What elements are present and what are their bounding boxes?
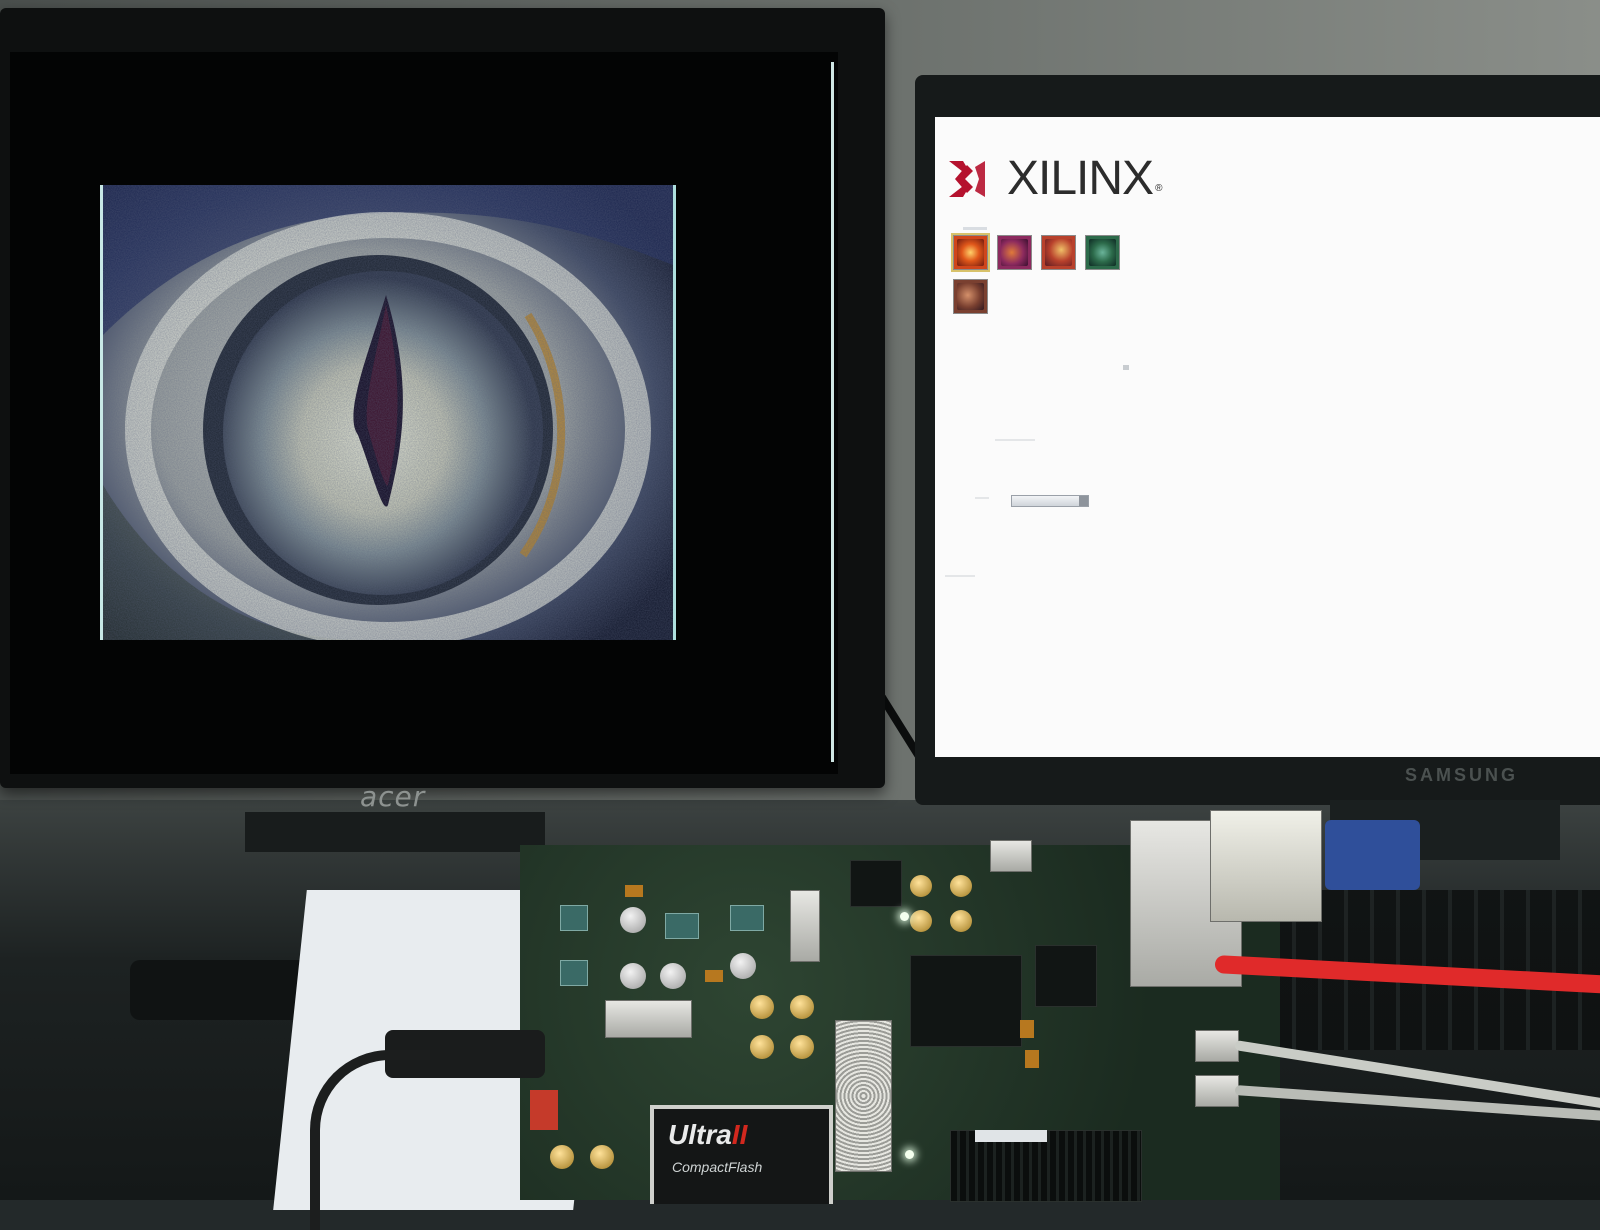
capacitor: [620, 963, 646, 989]
thumbnail-group-label: [963, 227, 987, 230]
sma-connector: [790, 1035, 814, 1059]
sfp-cage: [835, 1020, 892, 1172]
thumbnail-gallery: [951, 233, 1143, 314]
card-brand-text: UltraII: [668, 1119, 748, 1150]
sma-connector: [590, 1145, 614, 1169]
card-type-text: CompactFlash: [672, 1159, 763, 1175]
sma-connector: [750, 1035, 774, 1059]
tantalum-capacitor: [705, 970, 723, 982]
sma-connector: [790, 995, 814, 1019]
sma-connector: [910, 910, 932, 932]
thumbnail-5[interactable]: [953, 279, 988, 314]
displayed-eye-image: [100, 185, 676, 640]
status-led: [905, 1150, 914, 1159]
dvi-adapter: [1210, 810, 1322, 922]
red-switch[interactable]: [530, 1090, 558, 1130]
sma-connector: [910, 875, 932, 897]
left-monitor-stand: [245, 812, 545, 852]
right-monitor-screen: XILINX ®: [935, 117, 1600, 757]
chevron-down-icon: [1079, 496, 1088, 506]
option-dropdown[interactable]: [1011, 495, 1089, 507]
faint-indicator: [1123, 365, 1129, 370]
memory-chip: [1035, 945, 1097, 1007]
board-sticker: [975, 1130, 1047, 1142]
usb-port: [1195, 1030, 1239, 1062]
sma-connector: [950, 875, 972, 897]
capacitor: [730, 953, 756, 979]
sma-connector: [750, 995, 774, 1019]
ribbon-header: [790, 890, 820, 962]
usb-port: [1195, 1075, 1239, 1107]
tantalum-capacitor: [1020, 1020, 1034, 1038]
faint-divider: [975, 497, 989, 499]
vga-connector: [1325, 820, 1420, 890]
crystal-oscillator: [990, 840, 1032, 872]
power-module: [560, 905, 588, 931]
tantalum-capacitor: [625, 885, 643, 897]
registered-mark: ®: [1155, 183, 1163, 194]
capacitor: [660, 963, 686, 989]
ic-chip: [850, 860, 902, 907]
thumbnail-3[interactable]: [1041, 235, 1076, 270]
power-module: [560, 960, 588, 986]
capacitor: [620, 907, 646, 933]
status-led: [900, 912, 909, 921]
sma-connector: [950, 910, 972, 932]
right-monitor: XILINX ® SAMSUNG: [915, 75, 1600, 805]
xilinx-logo: XILINX ®: [945, 151, 1162, 206]
sma-connector: [550, 1145, 574, 1169]
xilinx-wordmark: XILINX: [1007, 152, 1154, 205]
tantalum-capacitor: [1025, 1050, 1039, 1068]
fpga-chip: [910, 955, 1022, 1047]
power-module: [730, 905, 764, 931]
compactflash-card: UltraII CompactFlash: [650, 1105, 833, 1204]
xilinx-mark-icon: [949, 160, 985, 197]
eye-image: [103, 185, 673, 640]
faint-divider: [995, 439, 1035, 441]
samsung-logo: SAMSUNG: [1405, 765, 1519, 785]
screen-edge-highlight: [831, 62, 834, 762]
thumbnail-2[interactable]: [997, 235, 1032, 270]
thumbnail-4[interactable]: [1085, 235, 1120, 270]
thumbnail-1[interactable]: [951, 233, 990, 272]
faint-divider: [945, 575, 975, 577]
power-module: [665, 913, 699, 939]
connector-header: [605, 1000, 692, 1038]
acer-logo: acer: [360, 780, 426, 813]
